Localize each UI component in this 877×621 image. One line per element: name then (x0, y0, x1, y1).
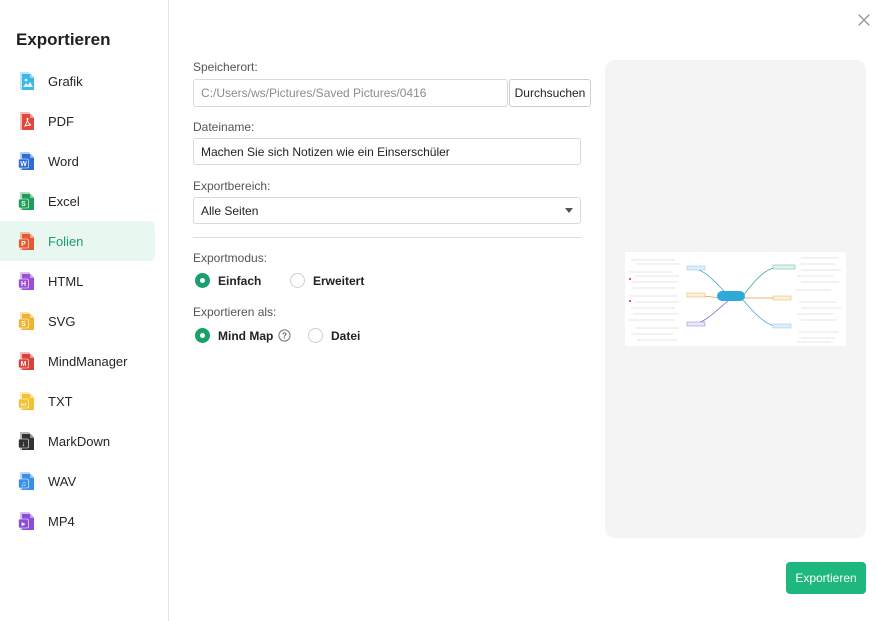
mode-label: Exportmodus: (193, 251, 268, 265)
sidebar-item-label: Grafik (48, 73, 83, 89)
sidebar-item-pdf[interactable]: PDF (0, 101, 155, 141)
mode-option-label: Erweitert (313, 273, 365, 288)
svg-file-icon: S (18, 312, 34, 330)
sidebar-item-folien[interactable]: P Folien (0, 221, 155, 261)
as-option-label: Mind Map (218, 328, 274, 343)
mp4-file-icon: ▸ (18, 512, 34, 530)
sidebar-item-word[interactable]: W Word (0, 141, 155, 181)
sidebar-item-label: MarkDown (48, 433, 111, 449)
export-sidebar: Exportieren Grafik PDF W Word S Excel P Folien H… (0, 0, 169, 621)
svg-text:M: M (21, 361, 27, 368)
browse-button[interactable]: Durchsuchen (509, 79, 591, 107)
svg-text:▸: ▸ (21, 521, 26, 528)
svg-text:S: S (21, 321, 26, 328)
sidebar-item-label: Word (48, 153, 79, 169)
help-icon[interactable]: ? (278, 329, 291, 342)
pdf-file-icon (20, 112, 34, 130)
divider (193, 237, 581, 238)
svg-text:S: S (21, 201, 26, 208)
sidebar-item-label: Folien (48, 233, 84, 249)
filename-input[interactable]: Machen Sie sich Notizen wie ein Einsersc… (193, 138, 581, 165)
location-label: Speicherort: (193, 60, 258, 74)
sidebar-item-svg[interactable]: S SVG (0, 301, 155, 341)
sidebar-item-excel[interactable]: S Excel (0, 181, 155, 221)
as-option-mindmap[interactable]: Mind Map ? (195, 328, 291, 343)
export-button[interactable]: Exportieren (786, 562, 866, 594)
format-list: Grafik PDF W Word S Excel P Folien H HTML S SVG M Min… (0, 61, 169, 541)
location-value: C:/Users/ws/Pictures/Saved Pictures/0416 (201, 86, 427, 100)
filename-label: Dateiname: (193, 120, 255, 134)
radio-button[interactable] (195, 328, 210, 343)
sidebar-item-label: Excel (48, 193, 80, 209)
range-select[interactable]: Alle Seiten (193, 197, 581, 224)
sidebar-item-label: WAV (48, 473, 77, 489)
close-icon[interactable] (855, 11, 873, 29)
image-file-icon (20, 72, 34, 90)
sidebar-item-label: MP4 (48, 513, 75, 529)
svg-text:↓: ↓ (22, 441, 26, 448)
markdown-file-icon: ↓ (18, 432, 34, 450)
sidebar-item-label: SVG (48, 313, 76, 329)
sidebar-item-html[interactable]: H HTML (0, 261, 155, 301)
caret-down-icon (565, 208, 573, 213)
sidebar-item-grafik[interactable]: Grafik (0, 61, 155, 101)
mode-option-einfach[interactable]: Einfach (195, 273, 261, 288)
svg-text:H: H (21, 281, 26, 288)
sidebar-title: Exportieren (16, 30, 111, 49)
mode-option-erweitert[interactable]: Erweitert (290, 273, 364, 288)
slides-file-icon: P (18, 232, 34, 250)
as-option-datei[interactable]: Datei (308, 328, 360, 343)
sidebar-item-label: MindManager (48, 353, 128, 369)
sidebar-item-mindmanager[interactable]: M MindManager (0, 341, 155, 381)
word-file-icon: W (18, 152, 34, 170)
range-value: Alle Seiten (201, 203, 259, 218)
svg-text:txt: txt (21, 402, 27, 407)
svg-text:?: ? (282, 331, 287, 340)
as-option-label: Datei (331, 328, 361, 343)
svg-text:♫: ♫ (21, 481, 26, 488)
sidebar-item-label: TXT (48, 393, 73, 409)
html-file-icon: H (18, 272, 34, 290)
radio-button[interactable] (308, 328, 323, 343)
export-as-label: Exportieren als: (193, 305, 277, 319)
sidebar-item-mp4[interactable]: ▸ MP4 (0, 501, 155, 541)
svg-text:W: W (20, 161, 27, 168)
sidebar-item-markdown[interactable]: ↓ MarkDown (0, 421, 155, 461)
sidebar-item-label: PDF (48, 113, 74, 129)
sidebar-item-txt[interactable]: txt TXT (0, 381, 155, 421)
sidebar-item-label: HTML (48, 273, 84, 289)
location-input[interactable]: C:/Users/ws/Pictures/Saved Pictures/0416 (193, 79, 508, 107)
sidebar-item-wav[interactable]: ♫ WAV (0, 461, 155, 501)
filename-value: Machen Sie sich Notizen wie ein Einsersc… (201, 144, 450, 159)
wav-file-icon: ♫ (18, 472, 34, 490)
svg-text:P: P (21, 241, 26, 248)
excel-file-icon: S (18, 192, 34, 210)
radio-button[interactable] (195, 273, 210, 288)
range-label: Exportbereich: (193, 179, 271, 193)
mindmap-thumbnail (625, 252, 846, 346)
mode-option-label: Einfach (218, 273, 262, 288)
radio-button[interactable] (290, 273, 305, 288)
preview-panel (605, 60, 866, 538)
txt-file-icon: txt (18, 392, 34, 410)
mindmanager-file-icon: M (18, 352, 34, 370)
